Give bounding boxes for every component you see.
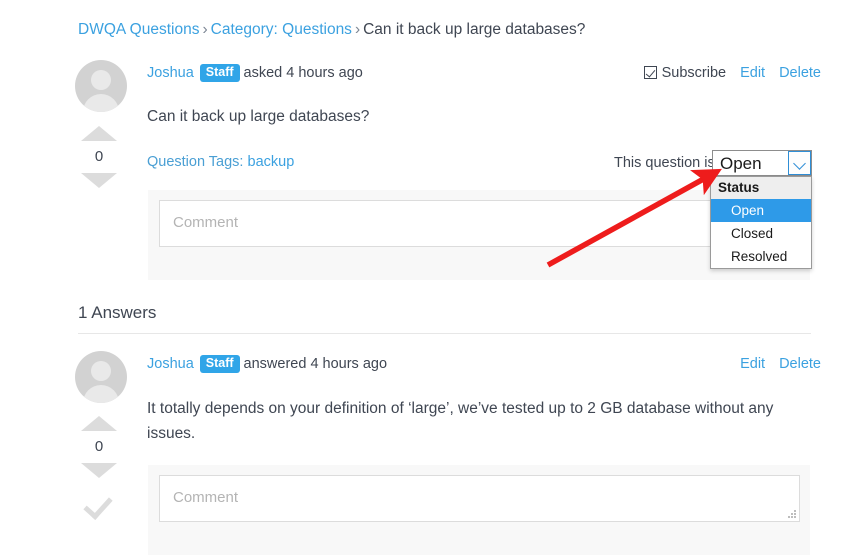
answers-heading: 1 Answers: [78, 303, 157, 322]
best-answer-check-icon[interactable]: [84, 496, 114, 512]
question-delete-link[interactable]: Delete: [779, 65, 821, 81]
status-option-resolved[interactable]: Resolved: [711, 245, 811, 268]
question-status-selected-value: Open: [720, 154, 762, 173]
answer-timestamp: answered 4 hours ago: [243, 356, 388, 372]
breadcrumb: DWQA Questions › Category: Questions › Can i…: [78, 20, 585, 40]
question-tags-label: Question Tags:: [147, 154, 244, 170]
answer-edit-link[interactable]: Edit: [740, 356, 765, 372]
textarea-resize-grip-icon[interactable]: [787, 509, 796, 518]
breadcrumb-item-dwqa-questions[interactable]: DWQA Questions: [78, 21, 199, 38]
question-author-link[interactable]: Joshua: [147, 65, 194, 81]
question-comment-placeholder: Comment: [173, 214, 239, 231]
breadcrumb-separator: ›: [202, 21, 208, 38]
question-vote-controls: 0: [73, 126, 125, 188]
question-actions: Subscribe Edit Delete: [643, 64, 821, 82]
avatar-head-shape: [91, 70, 111, 90]
answer-delete-link[interactable]: Delete: [779, 356, 821, 372]
staff-badge: Staff: [199, 355, 240, 373]
answer-author-link[interactable]: Joshua: [147, 356, 194, 372]
downvote-icon[interactable]: [81, 173, 117, 188]
status-option-closed[interactable]: Closed: [711, 222, 811, 245]
question-meta: Joshua Staff asked 4 hours ago: [147, 64, 363, 82]
downvote-icon[interactable]: [81, 463, 117, 478]
answers-divider: [78, 333, 811, 334]
status-dropdown-list[interactable]: Status Open Closed Resolved: [710, 176, 812, 269]
upvote-icon[interactable]: [81, 416, 117, 431]
question-status-row: This question is:: [614, 155, 719, 171]
breadcrumb-item-category-questions[interactable]: Category: Questions: [211, 21, 352, 38]
question-timestamp: asked 4 hours ago: [243, 65, 363, 81]
answer-body: It totally depends on your definition of…: [147, 400, 774, 442]
status-option-open[interactable]: Open: [711, 199, 811, 222]
question-vote-count: 0: [94, 148, 104, 165]
breadcrumb-separator: ›: [354, 21, 361, 38]
staff-badge: Staff: [199, 64, 240, 82]
avatar-body-shape: [83, 385, 119, 403]
answer-comment-panel: Comment: [148, 465, 810, 555]
tag-backup[interactable]: backup: [248, 154, 295, 170]
avatar: [75, 351, 127, 403]
avatar: [75, 60, 127, 112]
chevron-down-icon[interactable]: [788, 151, 811, 175]
subscribe-checkbox[interactable]: [643, 66, 657, 79]
answer-comment-input[interactable]: Comment: [159, 475, 800, 522]
answer-meta: Joshua Staff answered 4 hours ago: [147, 355, 387, 373]
answer-comment-placeholder: Comment: [173, 489, 239, 506]
upvote-icon[interactable]: [81, 126, 117, 141]
avatar-head-shape: [91, 361, 111, 381]
status-prefix-label: This question is:: [614, 155, 719, 171]
question-title: Can it back up large databases?: [147, 108, 370, 125]
question-status-select[interactable]: Open: [712, 150, 812, 176]
question-comment-input[interactable]: Comment: [159, 200, 799, 247]
avatar-body-shape: [83, 94, 119, 112]
answer-vote-count: 0: [94, 438, 104, 455]
subscribe-label[interactable]: Subscribe: [662, 65, 726, 81]
answer-vote-controls: 0: [73, 416, 125, 512]
question-edit-link[interactable]: Edit: [740, 65, 765, 81]
status-dropdown-group-label: Status: [711, 177, 811, 199]
breadcrumb-item-current: Can it back up large databases?: [363, 21, 586, 38]
question-tags: Question Tags: backup: [147, 153, 294, 171]
answer-actions: Edit Delete: [740, 355, 821, 373]
